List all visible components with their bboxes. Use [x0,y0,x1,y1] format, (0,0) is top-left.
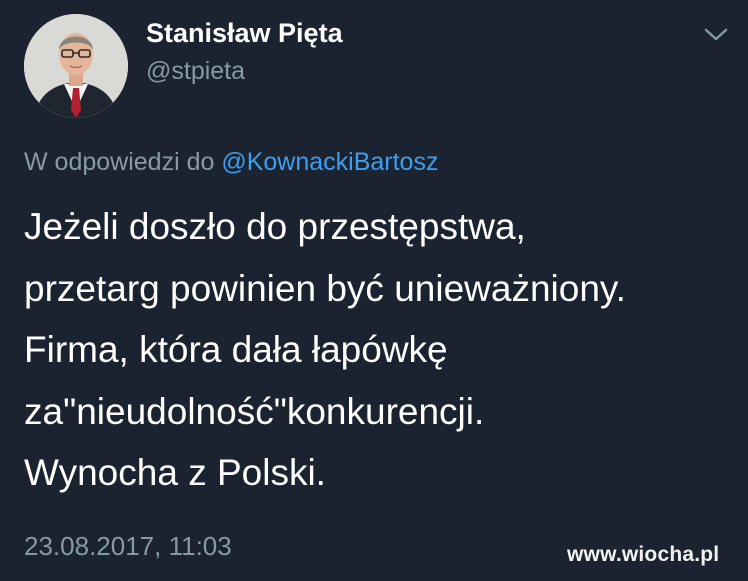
tweet-line: za"nieudolność"konkurencji. [24,390,485,432]
tweet-line: przetarg powinien być unieważniony. [24,267,626,309]
tweet-line: Jeżeli doszło do przestępstwa, [24,206,526,247]
tweet-line: Wynocha z Polski. [24,452,326,493]
tweet-card: Stanisław Pięta @stpieta W odpowiedzi do… [0,0,748,581]
site-watermark: www.wiocha.pl [567,543,720,566]
author-display-name[interactable]: Stanisław Pięta [146,18,343,49]
author-avatar[interactable] [24,14,128,118]
reply-mention-link[interactable]: @KownackiBartosz [221,148,438,176]
reply-context: W odpowiedzi do @KownackiBartosz [24,148,438,177]
tweet-timestamp[interactable]: 23.08.2017, 11:03 [24,531,232,562]
tweet-line: Firma, która dała łapówkę [24,329,448,370]
tweet-body: Jeżeli doszło do przestępstwa, przetarg … [24,196,724,504]
chevron-down-icon[interactable] [703,26,729,44]
profile-photo-icon [24,14,128,118]
reply-context-prefix: W odpowiedzi do [24,148,222,176]
author-handle[interactable]: @stpieta [146,57,245,86]
